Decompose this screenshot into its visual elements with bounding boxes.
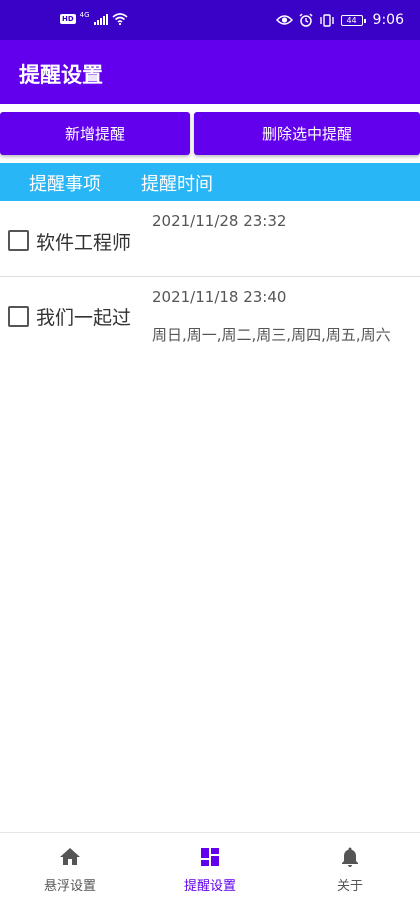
nav-item-float-settings[interactable]: 悬浮设置	[0, 833, 140, 900]
reminder-checkbox[interactable]	[8, 306, 29, 327]
list-header: 提醒事项 提醒时间	[0, 163, 420, 201]
eye-icon	[275, 15, 293, 25]
reminder-time: 2021/11/18 23:40	[152, 288, 287, 306]
reminder-checkbox[interactable]	[8, 230, 29, 251]
reminder-repeat-days: 周日,周一,周二,周三,周四,周五,周六	[152, 326, 391, 344]
action-row: 新增提醒 删除选中提醒	[0, 112, 420, 156]
status-bar: HD 4G 44 9:06	[0, 0, 420, 40]
bottom-nav: 悬浮设置 提醒设置 关于	[0, 832, 420, 900]
status-left: HD 4G	[60, 11, 128, 25]
battery-icon: 44	[340, 14, 366, 26]
battery-level: 44	[346, 15, 357, 25]
page-title: 提醒设置	[19, 63, 103, 87]
nav-label: 提醒设置	[183, 879, 236, 894]
bell-icon	[342, 847, 358, 867]
nav-item-reminder-settings[interactable]: 提醒设置	[140, 833, 280, 900]
reminder-title: 我们一起过	[36, 307, 132, 329]
home-icon	[60, 848, 80, 865]
reminder-time: 2021/11/28 23:32	[152, 212, 287, 230]
network-label: 4G	[79, 11, 90, 19]
reminder-title: 软件工程师	[36, 232, 132, 254]
list-item[interactable]: 我们一起过 2021/11/18 23:40 周日,周一,周二,周三,周四,周五…	[0, 278, 420, 358]
nav-item-about[interactable]: 关于	[280, 833, 420, 900]
hd-badge: HD	[60, 14, 76, 24]
app-bar: 提醒设置	[0, 40, 420, 104]
list-item[interactable]: 软件工程师 2021/11/28 23:32	[0, 201, 420, 277]
app-root: HD 4G 44 9:06 提醒设置 新增提醒 删除选中提醒 提醒事项 提醒时间…	[0, 0, 420, 900]
status-right: 44 9:06	[275, 12, 404, 28]
delete-selected-button[interactable]: 删除选中提醒	[194, 112, 420, 155]
vibrate-icon	[319, 13, 334, 27]
clock-time: 9:06	[372, 12, 404, 28]
dashboard-icon	[201, 848, 219, 866]
header-reminder-item: 提醒事项	[29, 174, 101, 195]
alarm-icon	[299, 13, 313, 27]
header-reminder-time: 提醒时间	[141, 174, 213, 195]
add-reminder-button[interactable]: 新增提醒	[0, 112, 190, 155]
wifi-icon	[112, 13, 128, 25]
nav-label: 关于	[336, 879, 363, 894]
nav-label: 悬浮设置	[43, 879, 96, 894]
signal-icon	[93, 13, 108, 25]
